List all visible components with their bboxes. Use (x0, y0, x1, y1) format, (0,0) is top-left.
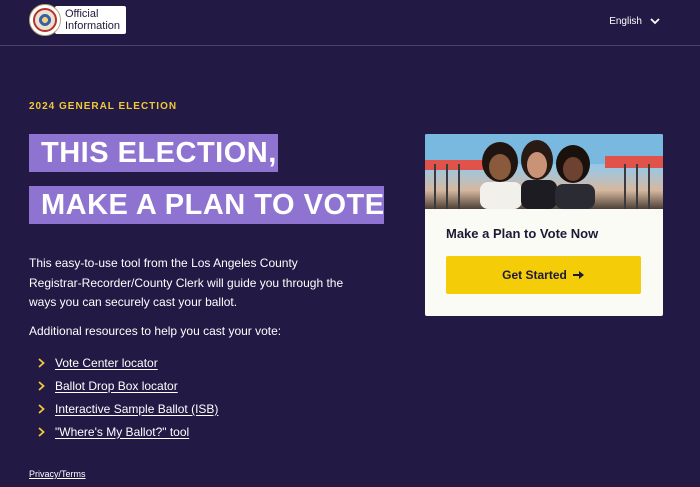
resource-link-label[interactable]: Interactive Sample Ballot (ISB) (55, 402, 218, 416)
logo-line-2: Information (65, 20, 121, 32)
resource-link-isb[interactable]: Interactive Sample Ballot (ISB) (38, 397, 218, 420)
resource-link-drop-box[interactable]: Ballot Drop Box locator (38, 374, 218, 397)
hero-headline-line-1: THIS ELECTION, (29, 134, 278, 172)
logo-text-box: Official Information (55, 6, 127, 34)
chevron-right-icon (38, 357, 45, 368)
chevron-right-icon (38, 426, 45, 437)
site-header: Official Information English (0, 0, 700, 46)
resources-heading: Additional resources to help you cast yo… (29, 324, 282, 338)
chevron-down-icon (650, 17, 660, 25)
resource-link-wheres-my-ballot[interactable]: "Where's My Ballot?" tool (38, 420, 218, 443)
resource-link-label[interactable]: "Where's My Ballot?" tool (55, 425, 189, 439)
language-label: English (609, 15, 642, 27)
privacy-terms-link[interactable]: Privacy/Terms (29, 469, 86, 479)
resource-link-label[interactable]: Vote Center locator (55, 356, 158, 370)
get-started-button[interactable]: Get Started (446, 256, 641, 294)
county-seal-icon (29, 4, 61, 36)
chevron-right-icon (38, 403, 45, 414)
official-information-logo[interactable]: Official Information (29, 4, 127, 36)
election-eyebrow: 2024 GENERAL ELECTION (29, 101, 178, 112)
card-title: Make a Plan to Vote Now (446, 226, 599, 241)
resource-link-label[interactable]: Ballot Drop Box locator (55, 379, 178, 393)
plan-card: Make a Plan to Vote Now Get Started (425, 134, 663, 316)
voters-photo (425, 134, 663, 209)
get-started-label: Get Started (502, 268, 567, 282)
intro-paragraph: This easy-to-use tool from the Los Angel… (29, 256, 344, 309)
resource-links-list: Vote Center locator Ballot Drop Box loca… (38, 351, 218, 443)
language-selector[interactable]: English (609, 13, 660, 29)
resource-link-vote-center[interactable]: Vote Center locator (38, 351, 218, 374)
chevron-right-icon (38, 380, 45, 391)
arrow-right-icon (572, 270, 585, 280)
hero-headline-line-2: MAKE A PLAN TO VOTE (29, 186, 384, 224)
page: Official Information English 2024 GENERA… (0, 0, 700, 487)
logo-line-1: Official (65, 8, 99, 20)
